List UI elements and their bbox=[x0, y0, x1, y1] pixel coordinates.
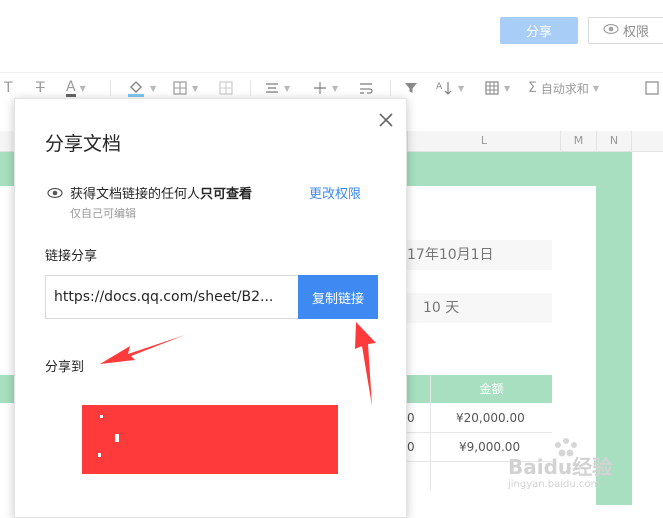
permission-button[interactable]: 权限 bbox=[588, 17, 663, 44]
table-format-icon[interactable]: ▼ bbox=[484, 78, 510, 98]
permission-description: 获得文档链接的任何人只可查看 bbox=[70, 183, 252, 202]
eye-icon bbox=[603, 23, 619, 39]
filter-icon[interactable] bbox=[404, 78, 418, 98]
link-share-label: 链接分享 bbox=[45, 249, 98, 264]
copy-link-button[interactable]: 复制链接 bbox=[298, 275, 378, 319]
autosum-button[interactable]: Σ 自动求和 ▼ bbox=[528, 78, 599, 98]
sigma-icon: Σ bbox=[528, 80, 537, 96]
sort-icon[interactable]: A ▼ bbox=[436, 78, 464, 98]
table-cell[interactable]: 0 bbox=[407, 433, 415, 461]
svg-text:A: A bbox=[436, 82, 443, 92]
align-icon[interactable]: ▼ bbox=[264, 78, 290, 98]
autosum-label: 自动求和 bbox=[540, 81, 589, 96]
wrap-text-icon[interactable] bbox=[358, 78, 374, 98]
merge-cells-icon[interactable] bbox=[218, 78, 234, 98]
column-header-n[interactable]: N bbox=[596, 131, 632, 151]
watermark: Baidu经验 jingyan.baidu.com bbox=[506, 437, 656, 497]
table-cell-amount[interactable]: ¥20,000.00 bbox=[456, 404, 525, 432]
chart-icon[interactable] bbox=[644, 78, 660, 98]
share-targets-redacted bbox=[82, 405, 338, 474]
share-link-field[interactable]: https://docs.qq.com/sheet/B2... bbox=[45, 275, 298, 319]
text-style-icon[interactable]: T bbox=[4, 78, 13, 98]
watermark-brand: Baidu经验 bbox=[508, 455, 613, 479]
border-icon[interactable]: ▼ bbox=[172, 78, 198, 98]
column-divider bbox=[430, 375, 431, 490]
vertical-align-icon[interactable]: ▼ bbox=[312, 78, 338, 98]
share-button[interactable]: 分享 bbox=[500, 17, 578, 44]
permission-level: 只可查看 bbox=[200, 187, 253, 202]
watermark-site: jingyan.baidu.com bbox=[508, 479, 601, 490]
strikethrough-icon[interactable]: T bbox=[36, 78, 45, 98]
days-cell[interactable]: 10 天 bbox=[395, 293, 552, 323]
eye-icon bbox=[47, 184, 63, 203]
font-color-icon[interactable]: A ▼ bbox=[66, 78, 86, 98]
table-header-amount[interactable]: 金额 bbox=[431, 375, 552, 403]
date-cell[interactable]: 17年10月1日 bbox=[395, 240, 552, 270]
permission-label: 权限 bbox=[622, 25, 649, 40]
top-header: 分享 权限 bbox=[0, 0, 663, 62]
fill-color-icon[interactable]: ▼ bbox=[126, 78, 156, 98]
change-permission-link[interactable]: 更改权限 bbox=[309, 183, 361, 202]
permission-text: 获得文档链接的任何人 bbox=[70, 187, 201, 202]
close-icon[interactable] bbox=[377, 111, 395, 129]
dialog-title: 分享文档 bbox=[45, 133, 122, 155]
share-dialog: 分享文档 获得文档链接的任何人只可查看 更改权限 仅自己可编辑 链接分享 htt… bbox=[14, 98, 407, 518]
column-header-m[interactable]: M bbox=[560, 131, 596, 151]
column-header-l[interactable]: L bbox=[407, 131, 560, 151]
share-to-label: 分享到 bbox=[45, 360, 85, 375]
table-cell[interactable]: 0 bbox=[407, 404, 415, 432]
permission-subtext: 仅自己可编辑 bbox=[70, 207, 136, 220]
